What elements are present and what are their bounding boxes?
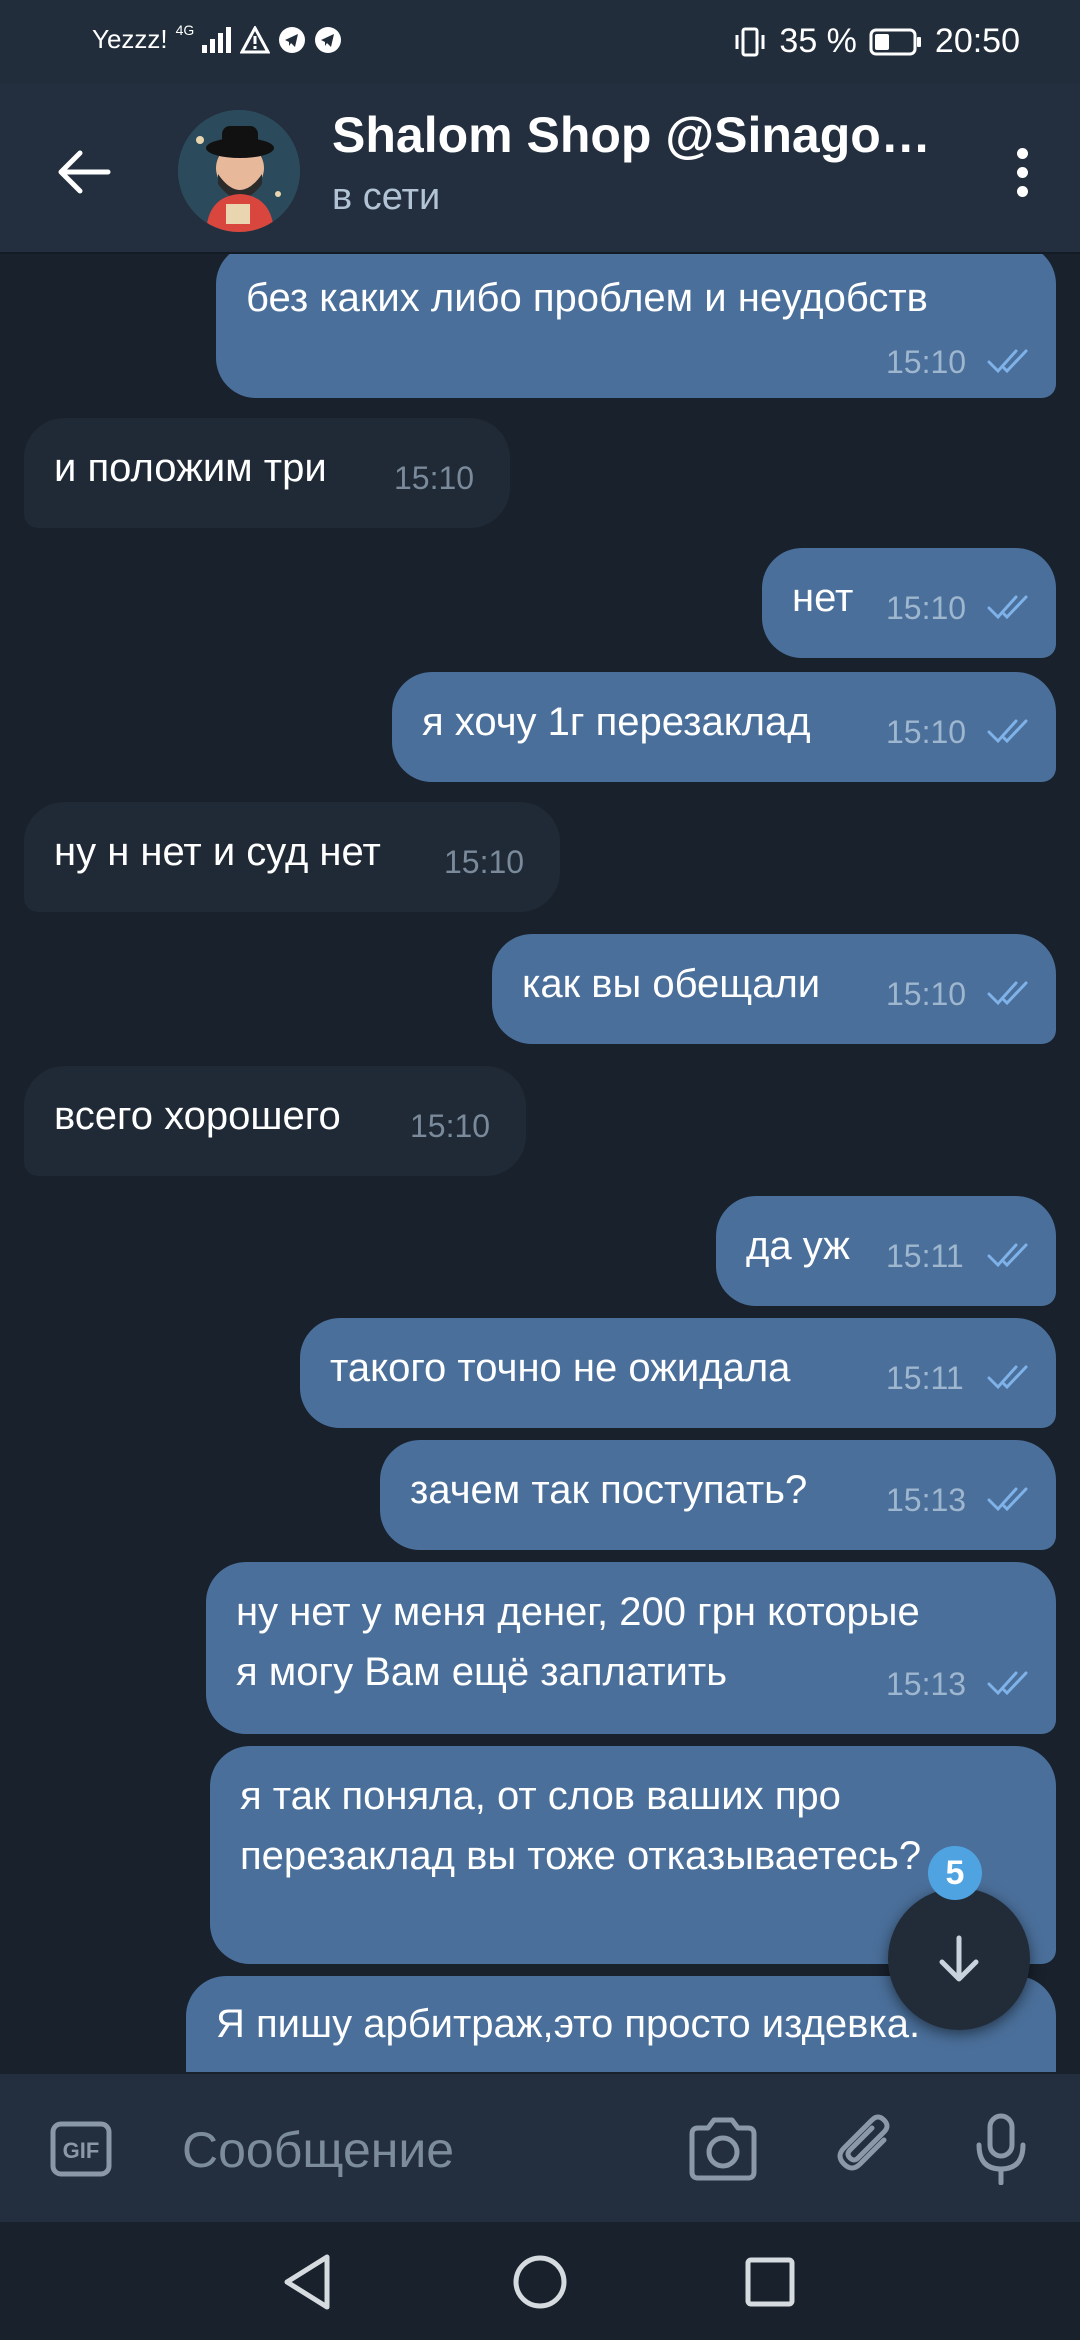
double-check-icon xyxy=(987,1243,1028,1268)
message-outgoing[interactable]: без каких либо проблем и неудобств 15:10 xyxy=(216,254,1056,398)
back-button[interactable] xyxy=(48,136,120,208)
message-outgoing[interactable]: такого точно не ожидала 15:11 xyxy=(300,1318,1056,1428)
message-text: такого точно не ожидала xyxy=(330,1346,791,1390)
warning-icon xyxy=(240,25,271,54)
message-time: 15:10 xyxy=(410,1108,491,1144)
nav-home-button[interactable] xyxy=(508,2250,572,2314)
more-vertical-icon xyxy=(1016,147,1028,159)
message-incoming[interactable]: и положим три 15:10 xyxy=(24,418,510,528)
telegram-notification-icon xyxy=(314,26,342,54)
message-list[interactable]: без каких либо проблем и неудобств 15:10… xyxy=(0,254,1080,2072)
double-check-icon xyxy=(987,595,1028,620)
message-text-line: я могу Вам ещё заплатить xyxy=(236,1650,728,1694)
battery-icon xyxy=(869,28,923,56)
svg-text:GIF: GIF xyxy=(63,2138,100,2163)
telegram-notification-icon xyxy=(278,26,306,54)
microphone-icon xyxy=(976,2113,1026,2185)
system-navigation-bar xyxy=(0,2222,1080,2340)
triangle-back-icon xyxy=(284,2254,330,2310)
carrier-name: Yezzz! xyxy=(92,24,168,54)
camera-icon xyxy=(689,2117,757,2181)
message-incoming[interactable]: всего хорошего 15:10 xyxy=(24,1066,526,1176)
nav-recent-button[interactable] xyxy=(738,2250,802,2314)
chat-title[interactable]: Shalom Shop @Sinago… xyxy=(332,106,932,164)
more-menu-button[interactable] xyxy=(992,136,1052,208)
message-outgoing[interactable]: да уж 15:11 xyxy=(716,1196,1056,1306)
message-time: 15:11 xyxy=(886,1238,964,1274)
status-bar: Yezzz! 4G 35 % 20:50 xyxy=(0,0,1080,84)
arrow-left-icon xyxy=(58,150,111,194)
message-outgoing[interactable]: как вы обещали 15:10 xyxy=(492,934,1056,1044)
message-text: да уж xyxy=(746,1224,850,1268)
online-status: в сети xyxy=(332,176,441,218)
message-text: всего хорошего xyxy=(54,1094,341,1138)
message-text-line: я так поняла, от слов ваших про xyxy=(240,1774,841,1818)
message-time: 15:10 xyxy=(886,344,967,380)
message-text-line: перезаклад вы тоже отказываетесь? xyxy=(240,1834,922,1878)
scroll-to-bottom-button[interactable] xyxy=(888,1888,1030,2030)
message-composer: GIF xyxy=(0,2074,1080,2222)
status-left: Yezzz! 4G xyxy=(92,21,342,55)
message-input[interactable] xyxy=(180,2114,664,2186)
message-outgoing[interactable]: зачем так поступать? 15:13 xyxy=(380,1440,1056,1550)
gif-button[interactable]: GIF xyxy=(46,2114,116,2184)
message-outgoing[interactable]: нет 15:10 xyxy=(762,548,1056,658)
square-recent-icon xyxy=(745,2257,795,2307)
clock: 20:50 xyxy=(934,22,1020,60)
camera-button[interactable] xyxy=(682,2108,764,2190)
message-time: 15:13 xyxy=(886,1482,967,1518)
double-check-icon xyxy=(987,719,1028,744)
microphone-button[interactable] xyxy=(960,2108,1042,2190)
avatar[interactable] xyxy=(178,110,300,232)
signal-icon xyxy=(202,26,232,53)
message-outgoing[interactable]: ну нет у меня денег, 200 грн которые я м… xyxy=(206,1562,1056,1734)
message-text: как вы обещали xyxy=(522,962,821,1006)
message-text: зачем так поступать? xyxy=(410,1468,808,1512)
message-text: без каких либо проблем и неудобств xyxy=(246,276,928,320)
double-check-icon xyxy=(987,1365,1028,1390)
message-time: 15:10 xyxy=(886,976,967,1012)
message-text: Я пишу арбитраж,это просто издевка. xyxy=(216,2002,921,2046)
status-right: 35 % 20:50 xyxy=(733,22,1020,61)
message-text: нет xyxy=(792,576,854,620)
vibrate-icon xyxy=(733,27,767,57)
message-text-line: ну нет у меня денег, 200 грн которые xyxy=(236,1590,920,1634)
double-check-icon xyxy=(987,1487,1028,1512)
arrow-down-icon xyxy=(939,1935,979,1982)
message-incoming[interactable]: ну н нет и суд нет 15:10 xyxy=(24,802,560,912)
message-text: и положим три xyxy=(54,446,327,490)
double-check-icon xyxy=(987,1671,1028,1696)
circle-home-icon xyxy=(513,2255,567,2309)
battery-percent: 35 % xyxy=(779,22,857,60)
message-time: 15:10 xyxy=(886,590,967,626)
message-time: 15:10 xyxy=(394,460,475,496)
nav-back-button[interactable] xyxy=(276,2250,340,2314)
unread-count-badge[interactable]: 5 xyxy=(928,1846,982,1900)
double-check-icon xyxy=(987,981,1028,1006)
message-outgoing[interactable]: я хочу 1г перезаклад 15:10 xyxy=(392,672,1056,782)
gif-icon: GIF xyxy=(50,2121,112,2177)
double-check-icon xyxy=(987,349,1028,374)
message-text: ну н нет и суд нет xyxy=(54,830,381,874)
message-text: я хочу 1г перезаклад xyxy=(422,700,811,744)
attach-button[interactable] xyxy=(826,2108,908,2190)
network-type: 4G xyxy=(175,21,195,38)
message-time: 15:13 xyxy=(886,1666,967,1702)
message-time: 15:10 xyxy=(886,714,967,750)
paperclip-icon xyxy=(837,2114,890,2171)
message-time: 15:11 xyxy=(886,1360,964,1396)
chat-header: Shalom Shop @Sinago… в сети xyxy=(0,84,1080,254)
message-time: 15:10 xyxy=(444,844,525,880)
